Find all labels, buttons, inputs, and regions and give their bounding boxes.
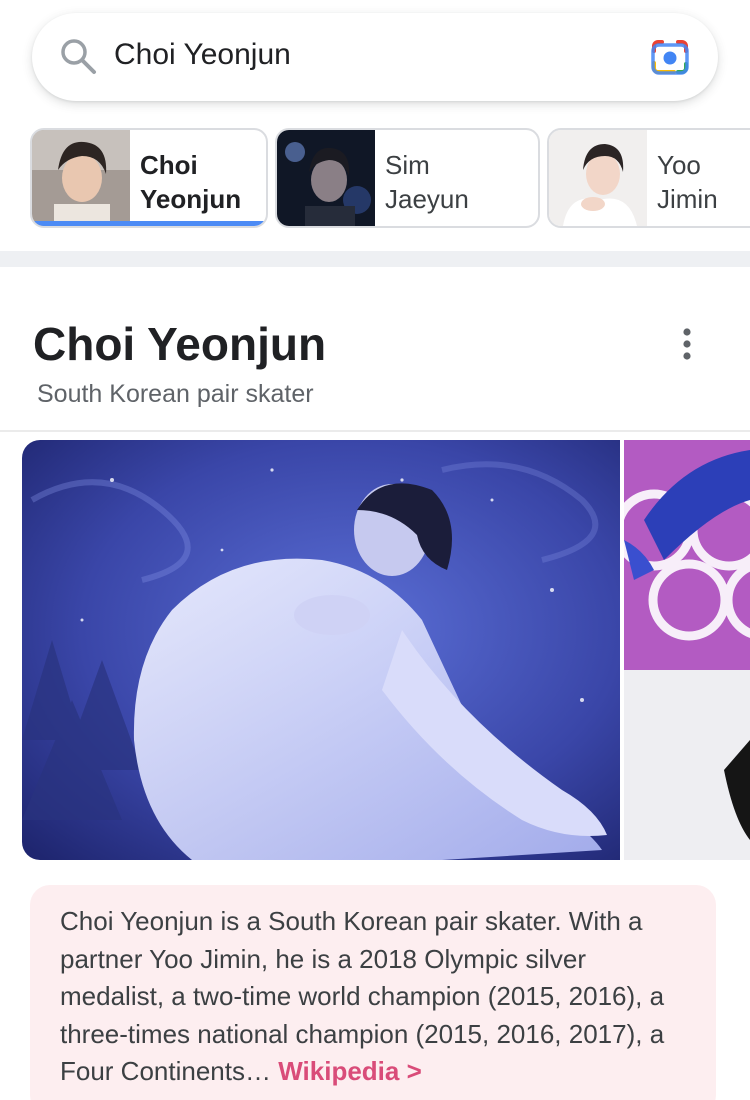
chip-label-line1: Sim <box>385 150 430 180</box>
search-icon[interactable] <box>59 37 99 77</box>
divider <box>0 430 750 432</box>
chip-label-line2: Yeonjun <box>140 184 242 214</box>
google-lens-icon[interactable] <box>648 37 692 77</box>
chip-yoo-jimin[interactable]: Yoo Jimin <box>547 128 750 228</box>
search-input[interactable]: Choi Yeonjun <box>114 35 291 75</box>
chip-label-line1: Yoo <box>657 150 701 180</box>
more-vert-icon[interactable] <box>672 324 702 364</box>
page-title: Choi Yeonjun <box>33 318 327 370</box>
skater-photo-main[interactable] <box>22 440 620 860</box>
chip-label-line2: Jaeyun <box>385 184 469 214</box>
avatar <box>32 130 130 226</box>
avatar <box>277 130 375 226</box>
chip-label-line2: Jimin <box>657 184 718 214</box>
related-people-chips: Choi Yeonjun Sim Jaeyun Yoo Jimin <box>0 128 750 230</box>
section-divider <box>0 251 750 267</box>
chip-label-line1: Choi <box>140 150 198 180</box>
description-card: Choi Yeonjun is a South Korean pair skat… <box>30 885 716 1100</box>
wikipedia-link[interactable]: Wikipedia > <box>278 1056 422 1086</box>
search-bar[interactable]: Choi Yeonjun <box>32 13 718 101</box>
page-subtitle: South Korean pair skater <box>37 380 314 408</box>
avatar <box>549 130 647 226</box>
chip-choi-yeonjun[interactable]: Choi Yeonjun <box>30 128 268 228</box>
skater-photo-secondary[interactable] <box>624 440 750 860</box>
chip-sim-jaeyun[interactable]: Sim Jaeyun <box>275 128 540 228</box>
